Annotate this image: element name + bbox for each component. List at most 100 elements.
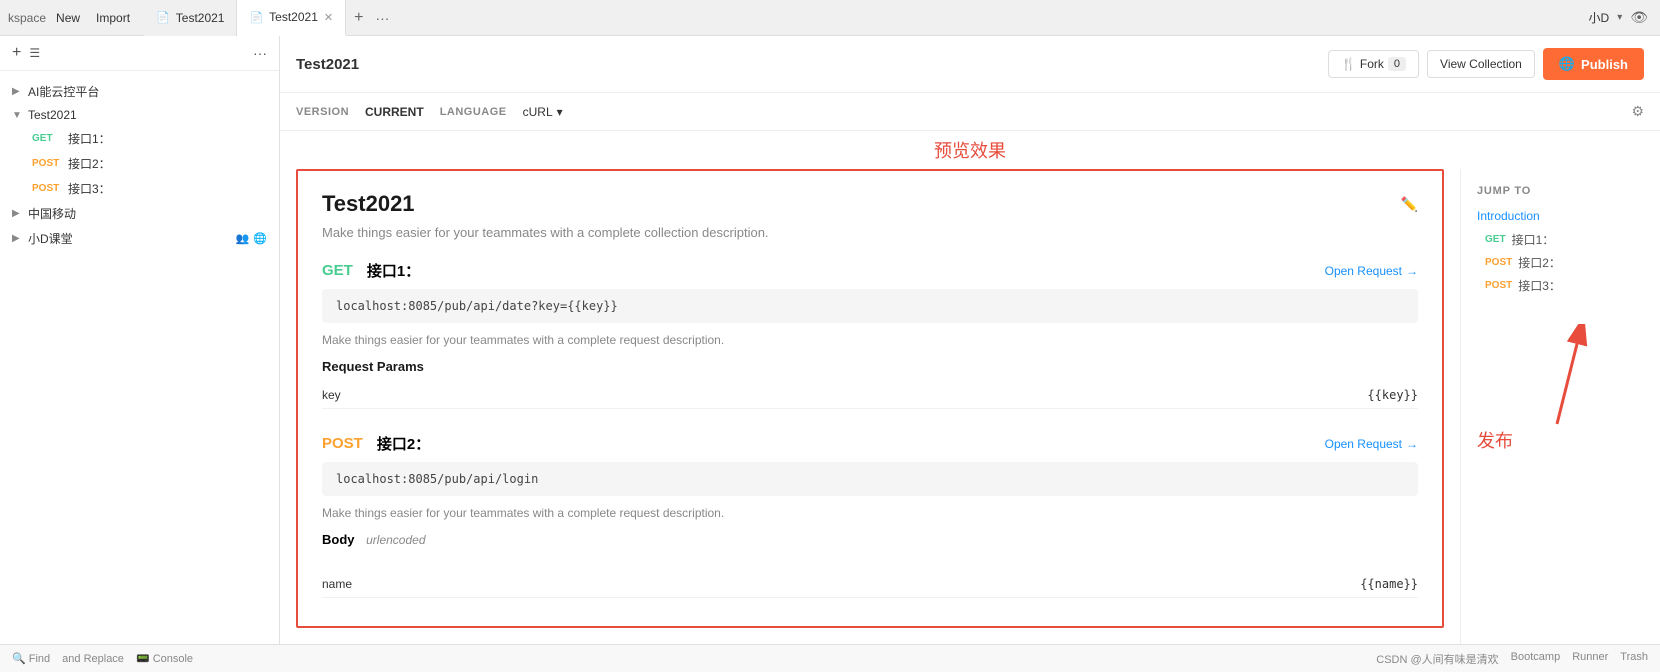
preview-annotation: 预览效果: [280, 131, 1660, 169]
language-key: LANGUAGE: [440, 106, 507, 118]
preview-title-text: Test2021: [322, 191, 415, 217]
url-block-post2: localhost:8085/pub/api/login: [322, 462, 1418, 496]
open-request-arrow-post2: →: [1406, 437, 1418, 451]
sidebar-item-ai[interactable]: ▶ AI能云控平台: [0, 79, 279, 104]
jump-method-post2: POST: [1485, 257, 1512, 268]
jump-to-get1[interactable]: GET 接口1：: [1477, 231, 1644, 248]
collapse-arrow-ai: ▶: [12, 86, 24, 97]
sidebar-more-button[interactable]: ···: [253, 45, 267, 61]
sidebar-item-icons: 👥 🌐: [236, 232, 267, 245]
bottom-bar-right: CSDN @人间有味是清欢 Bootcamp Runner Trash: [1376, 651, 1648, 667]
sidebar: + ☰ ··· ▶ AI能云控平台 ▼ Test2021 GET 接口1： PO…: [0, 36, 280, 644]
tab-add-button[interactable]: +: [346, 9, 371, 27]
find-replace-text: and Replace: [62, 653, 124, 665]
params-title-get1: Request Params: [322, 359, 1418, 374]
endpoint-block-post2: POST 接口2： Open Request → localhost:8085/…: [322, 433, 1418, 547]
jump-to-post3[interactable]: POST 接口3：: [1477, 277, 1644, 294]
tab-label-2: Test2021: [269, 10, 318, 24]
sidebar-label-mobile: 中国移动: [28, 205, 76, 222]
sidebar-item-china-mobile[interactable]: ▶ 中国移动: [0, 201, 279, 226]
publish-button[interactable]: 🌐 Publish: [1543, 48, 1644, 80]
param-name-label: name: [322, 577, 1360, 591]
globe-icon: 🌐: [253, 232, 267, 245]
tab-icon-2: 📄: [249, 11, 263, 24]
user-dropdown-icon[interactable]: ▾: [1617, 12, 1622, 23]
sidebar-item-get-jikou1[interactable]: GET 接口1：: [0, 126, 279, 151]
body-section-post2: Body urlencoded: [322, 532, 1418, 547]
sidebar-tree: ▶ AI能云控平台 ▼ Test2021 GET 接口1： POST 接口2： …: [0, 71, 279, 644]
tab-bar-left: kspace New Import: [0, 9, 144, 27]
edit-icon[interactable]: ✏️: [1401, 196, 1418, 213]
sidebar-list-icon[interactable]: ☰: [29, 46, 40, 60]
sidebar-header: + ☰ ···: [0, 36, 279, 71]
jump-to-title: JUMP TO: [1477, 185, 1644, 197]
sidebar-label-xiaod: 小D课堂: [28, 230, 73, 247]
jump-to-intro[interactable]: Introduction: [1477, 209, 1644, 223]
runner-label[interactable]: Runner: [1572, 651, 1608, 667]
new-button[interactable]: New: [50, 9, 86, 27]
params-section-get1: Request Params key {{key}}: [322, 359, 1418, 409]
sidebar-item-test2021[interactable]: ▼ Test2021: [0, 104, 279, 126]
view-collection-button[interactable]: View Collection: [1427, 50, 1535, 78]
language-select[interactable]: cURL ▾: [523, 105, 563, 119]
find-replace-label[interactable]: 🔍 Find: [12, 652, 50, 665]
param-row-name: name {{name}}: [322, 571, 1418, 598]
gear-icon[interactable]: ⚙: [1631, 103, 1644, 120]
endpoint-desc-get1: Make things easier for your teammates wi…: [322, 333, 1418, 347]
endpoint-name-post2: 接口2：: [377, 433, 430, 454]
sidebar-label-jikou3: 接口3：: [68, 180, 111, 197]
sidebar-item-post-jikou3[interactable]: POST 接口3：: [0, 176, 279, 201]
fork-button[interactable]: 🍴 Fork 0: [1328, 50, 1419, 78]
main-content-row: Test2021 ✏️ Make things easier for your …: [280, 169, 1660, 644]
version-key: VERSION: [296, 106, 349, 118]
tab-more-button[interactable]: ···: [371, 10, 393, 26]
endpoint-header-post2: POST 接口2： Open Request →: [322, 433, 1418, 454]
bootcamp-label[interactable]: Bootcamp: [1511, 651, 1561, 667]
jump-method-post3: POST: [1485, 280, 1512, 291]
sidebar-label-jikou1: 接口1：: [68, 130, 111, 147]
eye-icon[interactable]: 👁: [1630, 9, 1648, 26]
version-value: CURRENT: [365, 105, 424, 119]
version-bar: VERSION CURRENT LANGUAGE cURL ▾ ⚙: [280, 93, 1660, 131]
jump-to-panel: JUMP TO Introduction GET 接口1： POST 接口2： …: [1460, 169, 1660, 644]
url-block-get1: localhost:8085/pub/api/date?key={{key}}: [322, 289, 1418, 323]
jump-name-get1: 接口1：: [1512, 231, 1555, 248]
sidebar-add-button[interactable]: +: [12, 44, 21, 62]
console-label[interactable]: 📟 Console: [136, 652, 193, 665]
method-post-2: POST: [32, 158, 62, 169]
fork-icon: 🍴: [1341, 57, 1356, 71]
publish-icon: 🌐: [1559, 56, 1575, 72]
body-title-post2: Body: [322, 532, 355, 547]
param-name-value: {{name}}: [1360, 577, 1418, 591]
endpoint-desc-post2: Make things easier for your teammates wi…: [322, 506, 1418, 520]
collapse-arrow-mobile: ▶: [12, 208, 24, 219]
jump-name-post2: 接口2：: [1518, 254, 1561, 271]
tab-bar: kspace New Import 📄 Test2021 📄 Test2021 …: [0, 0, 1660, 36]
trash-label[interactable]: Trash: [1620, 651, 1648, 667]
param-value-key: {{key}}: [1367, 388, 1418, 402]
sidebar-item-post-jikou2[interactable]: POST 接口2：: [0, 151, 279, 176]
preview-collection-title: Test2021 ✏️: [322, 191, 1418, 217]
tab-test2021-2[interactable]: 📄 Test2021 ✕: [237, 0, 346, 36]
sidebar-item-xiaod[interactable]: ▶ 小D课堂 👥 🌐: [0, 226, 279, 251]
tab-test2021-1[interactable]: 📄 Test2021: [144, 0, 237, 36]
tabs-container: 📄 Test2021 📄 Test2021 ✕ + ···: [144, 0, 1576, 36]
param-row-key: key {{key}}: [322, 382, 1418, 409]
sidebar-label-test2021: Test2021: [28, 108, 77, 122]
jump-method-get1: GET: [1485, 234, 1506, 245]
open-request-post2[interactable]: Open Request →: [1325, 437, 1418, 451]
method-get-1: GET: [32, 133, 62, 144]
import-button[interactable]: Import: [90, 9, 136, 27]
preview-border: Test2021 ✏️ Make things easier for your …: [296, 169, 1444, 628]
endpoint-header-get1: GET 接口1： Open Request →: [322, 260, 1418, 281]
open-request-label-get1: Open Request: [1325, 264, 1402, 278]
jump-to-post2[interactable]: POST 接口2：: [1477, 254, 1644, 271]
tab-close-button[interactable]: ✕: [324, 11, 333, 24]
open-request-arrow-get1: →: [1406, 264, 1418, 278]
fork-count: 0: [1388, 57, 1406, 71]
param-key-label: key: [322, 388, 1367, 402]
open-request-get1[interactable]: Open Request →: [1325, 264, 1418, 278]
content-area: Test2021 🍴 Fork 0 View Collection 🌐 Publ…: [280, 36, 1660, 644]
endpoint-name-get1: 接口1：: [367, 260, 420, 281]
content-header: Test2021 🍴 Fork 0 View Collection 🌐 Publ…: [280, 36, 1660, 93]
